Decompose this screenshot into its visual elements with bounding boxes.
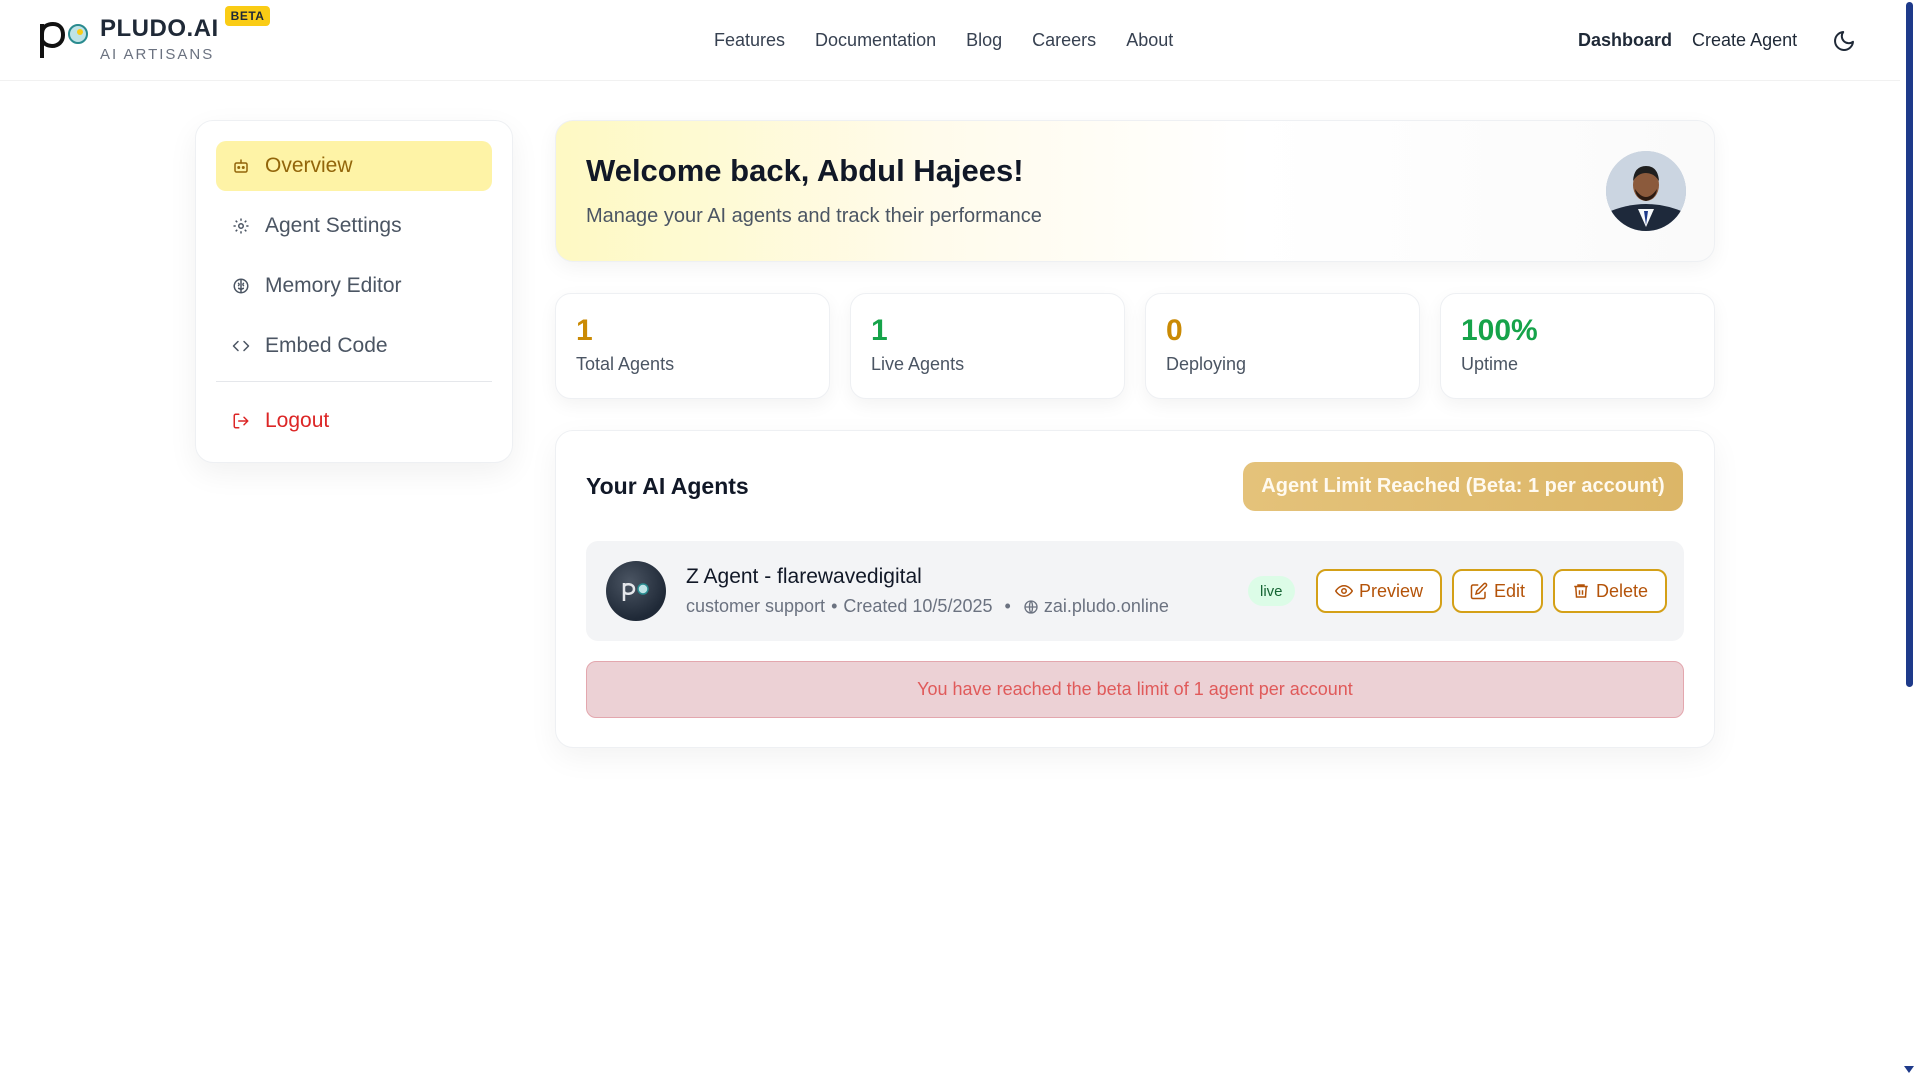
beta-limit-warning: You have reached the beta limit of 1 age… (586, 661, 1684, 718)
sidebar-item-label: Agent Settings (265, 214, 402, 237)
nav-dashboard[interactable]: Dashboard (1578, 30, 1672, 51)
agent-name: Z Agent - flarewavedigital (686, 565, 922, 588)
delete-button[interactable]: Delete (1553, 569, 1667, 613)
stat-card-live-agents: 1 Live Agents (850, 293, 1125, 399)
sidebar-item-overview[interactable]: Overview (216, 141, 492, 191)
list-item: Z Agent - flarewavedigital customer supp… (586, 541, 1684, 641)
top-header: PLUDO.AI BETA AI ARTISANS Features Docum… (0, 0, 1900, 81)
nav-about[interactable]: About (1126, 30, 1173, 51)
avatar[interactable] (1606, 151, 1686, 231)
agent-created: Created 10/5/2025 (843, 596, 993, 616)
stat-label: Live Agents (871, 354, 965, 374)
welcome-title: Welcome back, Abdul Hajees! (586, 153, 1024, 188)
sidebar-item-label: Embed Code (265, 334, 388, 357)
sidebar-item-logout[interactable]: Logout (216, 396, 492, 446)
robot-icon (231, 156, 251, 176)
nav-blog[interactable]: Blog (966, 30, 1002, 51)
stat-value: 1 (576, 314, 593, 347)
brand-name: PLUDO.AI (100, 15, 219, 42)
agents-title: Your AI Agents (586, 473, 749, 499)
pludo-logo-icon (38, 14, 94, 62)
stat-value: 0 (1166, 314, 1183, 347)
agent-avatar (606, 561, 666, 621)
sidebar-item-embed-code[interactable]: Embed Code (216, 321, 492, 371)
scroll-down-arrow-icon[interactable] (1904, 1066, 1914, 1073)
stat-label: Total Agents (576, 354, 675, 374)
sidebar-item-label: Logout (265, 409, 330, 432)
sidebar-divider (216, 381, 492, 382)
nav-features[interactable]: Features (714, 30, 785, 51)
main-nav: Features Documentation Blog Careers Abou… (714, 30, 1173, 51)
welcome-subtitle: Manage your AI agents and track their pe… (586, 205, 1042, 227)
theme-toggle-button[interactable] (1830, 27, 1858, 55)
stat-value: 1 (871, 314, 888, 347)
agent-domain[interactable]: zai.pludo.online (1044, 596, 1169, 617)
stat-card-uptime: 100% Uptime (1440, 293, 1715, 399)
edit-icon (1470, 582, 1488, 600)
stat-label: Uptime (1461, 354, 1519, 374)
stat-card-deploying: 0 Deploying (1145, 293, 1420, 399)
nav-careers[interactable]: Careers (1032, 30, 1096, 51)
eye-icon (1334, 584, 1353, 598)
edit-label: Edit (1493, 580, 1526, 601)
trash-icon (1574, 584, 1588, 598)
scrollbar[interactable] (1900, 0, 1919, 1079)
nav-documentation[interactable]: Documentation (815, 30, 936, 51)
nav-right: Dashboard Create Agent (1578, 30, 1797, 51)
logout-icon (231, 411, 251, 431)
agents-panel: Your AI Agents Agent Limit Reached (Beta… (555, 430, 1715, 748)
preview-button[interactable]: Preview (1316, 569, 1442, 613)
agent-category: customer support (686, 596, 826, 616)
page: PLUDO.AI BETA AI ARTISANS Features Docum… (0, 0, 1919, 1079)
scrollbar-thumb[interactable] (1906, 2, 1913, 687)
sidebar-item-agent-settings[interactable]: Agent Settings (216, 201, 492, 251)
moon-icon (1834, 31, 1854, 51)
preview-label: Preview (1358, 580, 1424, 601)
edit-button[interactable]: Edit (1452, 569, 1543, 613)
stat-card-total-agents: 1 Total Agents (555, 293, 830, 399)
sidebar-item-memory-editor[interactable]: Memory Editor (216, 261, 492, 311)
agent-limit-button[interactable]: Agent Limit Reached (Beta: 1 per account… (1243, 462, 1683, 511)
nav-create-agent[interactable]: Create Agent (1692, 30, 1797, 51)
brand-tagline: AI ARTISANS (100, 46, 215, 63)
delete-label: Delete (1595, 580, 1649, 601)
stat-value: 100% (1461, 314, 1538, 347)
globe-icon (1023, 599, 1039, 615)
code-icon (231, 336, 251, 356)
welcome-card: Welcome back, Abdul Hajees! Manage your … (555, 120, 1715, 262)
gear-icon (231, 216, 251, 236)
logo[interactable]: PLUDO.AI BETA AI ARTISANS (38, 6, 271, 64)
agent-meta: customer support • Created 10/5/2025 • z… (686, 596, 1169, 617)
brain-icon (231, 276, 251, 296)
sidebar-item-label: Memory Editor (265, 274, 402, 297)
sidebar-item-label: Overview (265, 154, 353, 177)
status-badge: live (1248, 576, 1295, 606)
sidebar: Overview Agent Settings Memory Editor Em… (195, 120, 513, 463)
stat-label: Deploying (1166, 354, 1247, 374)
beta-badge: BETA (224, 6, 271, 26)
